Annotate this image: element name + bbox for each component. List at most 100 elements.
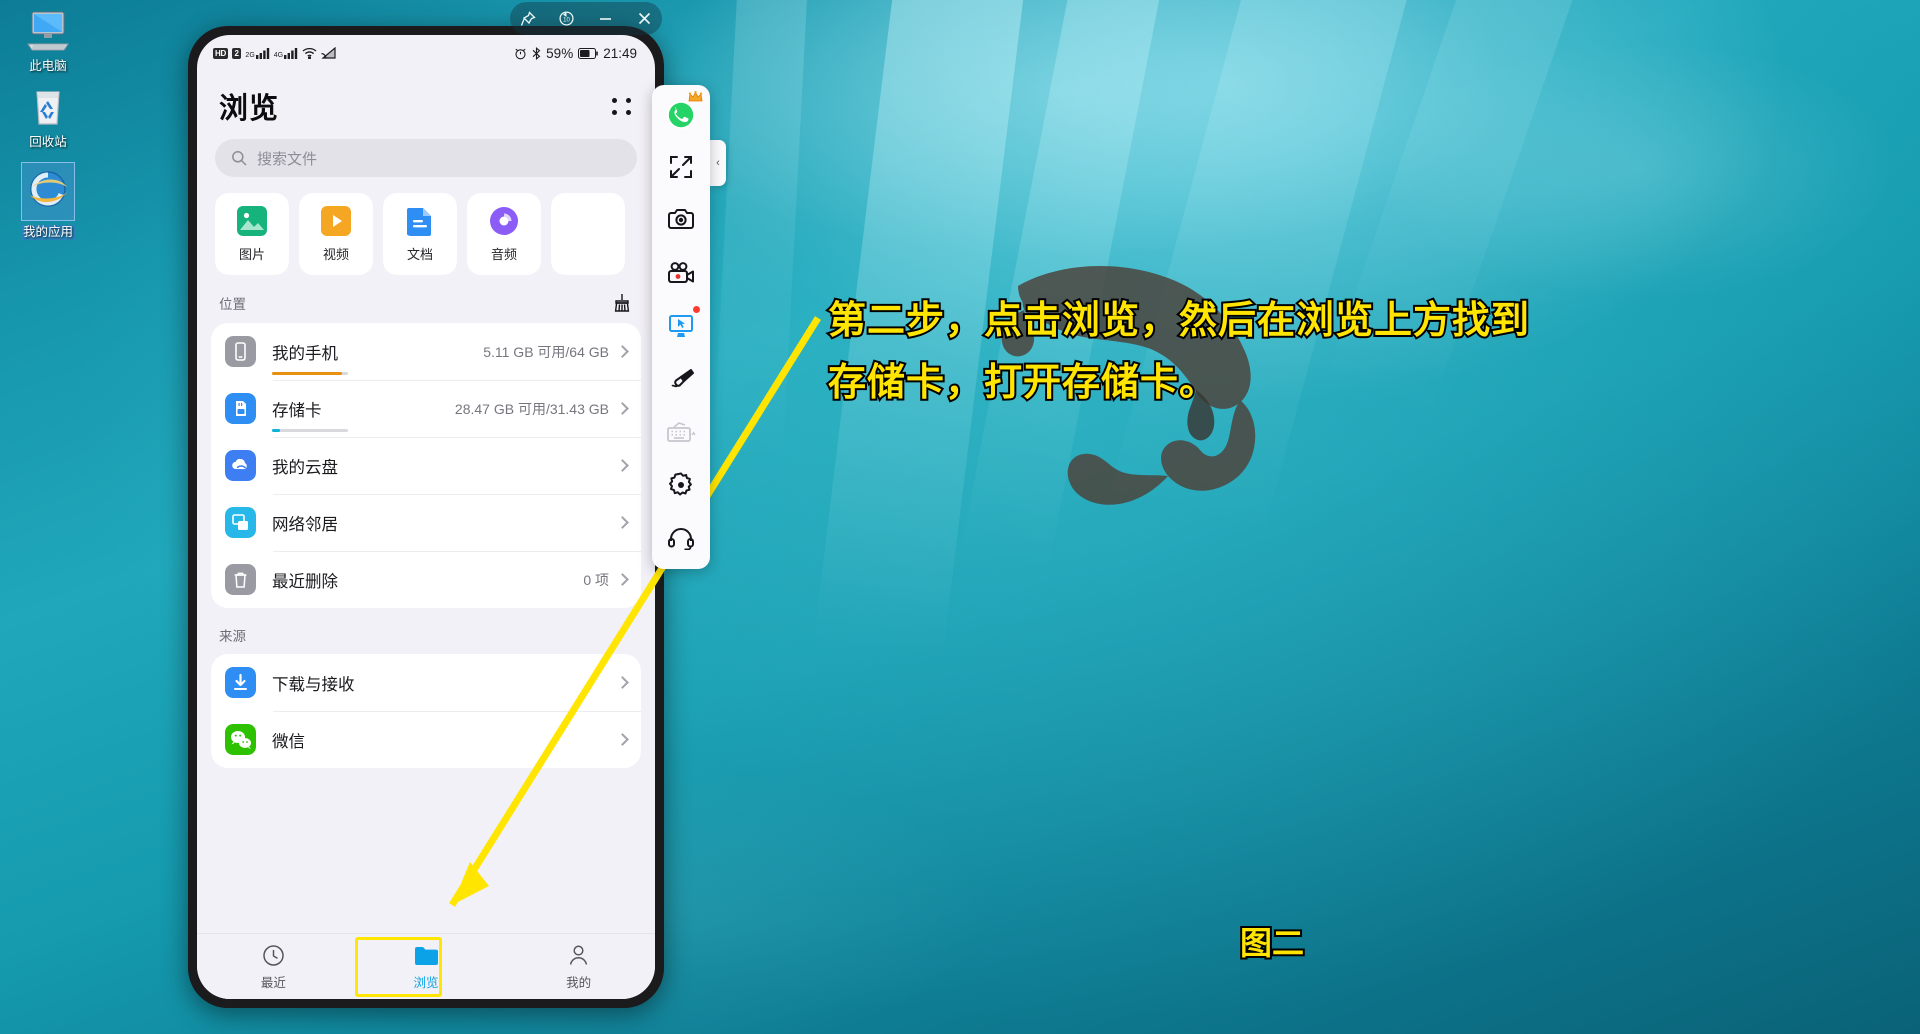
grid-menu-icon[interactable] [612, 97, 633, 115]
wechat-icon [225, 724, 256, 755]
search-input[interactable]: 搜索文件 [215, 139, 637, 177]
nav-item-profile[interactable]: 我的 [502, 934, 655, 999]
desktop-icon-recycle-bin[interactable]: 回收站 [6, 82, 90, 150]
category-label: 文档 [406, 246, 433, 262]
list-item-label: 微信 [272, 732, 305, 751]
instruction-annotation: 第二步，点击浏览，然后在浏览上方找到 存储卡，打开存储卡。 [826, 290, 1708, 414]
list-item-my-cloud[interactable]: 我的云盘 [211, 437, 641, 494]
brush-icon[interactable] [660, 358, 702, 400]
instruction-line-1: 第二步，点击浏览，然后在浏览上方找到 [826, 298, 1531, 344]
whatsapp-icon[interactable] [660, 91, 703, 135]
nav-label: 我的 [566, 975, 592, 990]
category-row: 图片 视频 文档 音频 [197, 193, 655, 275]
list-item-recently-deleted[interactable]: 最近删除 0 项 [211, 551, 641, 608]
chevron-right-icon [616, 516, 629, 529]
screen-cursor-icon[interactable] [660, 305, 702, 347]
list-item-downloads[interactable]: 下载与接收 [211, 654, 641, 711]
rotate-back-icon[interactable]: 10 [556, 8, 578, 30]
crown-badge [688, 91, 703, 102]
cast-icon [321, 47, 336, 59]
desktop-icon-my-apps[interactable]: 我的应用 [6, 162, 90, 240]
search-placeholder: 搜索文件 [257, 150, 318, 168]
desktop-icon-label: 此电脑 [29, 59, 67, 73]
phone-mirror-window: 10 HD 2 2G 4G 59% 21:49 浏览 搜索文件 图片 视频 文档… [188, 0, 664, 1024]
storage-bar [272, 371, 348, 375]
screenshot-camera-icon[interactable] [660, 199, 702, 241]
chevron-right-icon [616, 459, 629, 472]
category-documents[interactable]: 文档 [383, 193, 457, 275]
list-item-my-phone[interactable]: 我的手机 5.11 GB 可用/64 GB [211, 323, 641, 380]
nav-label: 浏览 [413, 975, 439, 990]
chevron-right-icon [616, 345, 629, 358]
category-label: 音频 [490, 246, 517, 262]
toolbar-collapse-handle[interactable]: ‹ [710, 140, 726, 186]
desktop-icon-label: 我的应用 [20, 225, 75, 240]
page-title: 浏览 [219, 93, 280, 125]
sdcard-icon [225, 393, 256, 424]
headset-icon[interactable] [660, 517, 702, 559]
wifi-icon [302, 47, 317, 59]
nav-item-recent[interactable]: 最近 [197, 934, 350, 999]
pin-icon[interactable] [517, 8, 539, 30]
list-item-value: 5.11 GB 可用/64 GB [483, 343, 609, 360]
recycle-bin-icon [6, 82, 90, 130]
battery-percent: 59% [546, 45, 574, 61]
search-icon [232, 151, 247, 166]
signal-2g-icon: 2G [245, 47, 269, 59]
category-images[interactable]: 图片 [215, 193, 289, 275]
alarm-icon [515, 48, 526, 59]
list-item-label: 下载与接收 [272, 675, 355, 694]
category-audio[interactable]: 音频 [467, 193, 541, 275]
minimize-icon[interactable] [595, 8, 617, 30]
figure-label: 图二 [1238, 923, 1306, 963]
fullscreen-icon[interactable] [660, 146, 702, 188]
hd-icon: HD [213, 47, 228, 59]
storage-bar [272, 428, 348, 432]
desktop-icon-this-pc[interactable]: 此电脑 [6, 6, 90, 74]
section-header-locations: 位置 [197, 275, 655, 323]
status-time: 21:49 [603, 45, 637, 61]
document-icon [407, 207, 431, 236]
list-item-label: 最近删除 [272, 572, 338, 591]
video-icon [321, 205, 351, 236]
trash-icon [225, 564, 256, 595]
source-list: 下载与接收 微信 [211, 654, 641, 768]
chevron-right-icon [616, 402, 629, 415]
keyboard-icon[interactable] [660, 411, 702, 453]
list-item-label: 我的云盘 [272, 458, 338, 477]
diver-silhouette [1001, 266, 1256, 505]
list-item-sd-card[interactable]: 存储卡 28.47 GB 可用/31.43 GB [211, 380, 641, 437]
nav-item-browse[interactable]: 浏览 [350, 934, 503, 999]
nav-label: 最近 [260, 975, 286, 990]
network-icon [225, 507, 256, 538]
desktop-icon-label: 回收站 [29, 135, 67, 149]
red-dot-badge [693, 306, 700, 313]
list-item-network-neighborhood[interactable]: 网络邻居 [211, 494, 641, 551]
gear-icon[interactable] [660, 464, 702, 506]
section-header-sources: 来源 [197, 608, 655, 654]
download-icon [225, 667, 256, 698]
list-item-wechat[interactable]: 微信 [211, 711, 641, 768]
chevron-right-icon [616, 573, 629, 586]
phone-screen: HD 2 2G 4G 59% 21:49 浏览 搜索文件 图片 视频 文档 音频… [197, 35, 655, 999]
section-title: 位置 [219, 297, 246, 312]
computer-icon [6, 6, 90, 54]
category-label: 视频 [322, 246, 349, 262]
signal-4g-icon: 4G [274, 47, 298, 59]
svg-text:10: 10 [563, 18, 570, 24]
list-item-value: 28.47 GB 可用/31.43 GB [454, 400, 609, 417]
section-title: 来源 [219, 629, 246, 644]
category-videos[interactable]: 视频 [299, 193, 373, 275]
phone-frame: HD 2 2G 4G 59% 21:49 浏览 搜索文件 图片 视频 文档 音频… [188, 26, 664, 1008]
broom-icon[interactable] [611, 292, 633, 314]
record-video-icon[interactable] [660, 252, 702, 294]
list-item-value: 0 项 [583, 571, 609, 588]
close-icon[interactable] [634, 8, 656, 30]
phone-status-bar: HD 2 2G 4G 59% 21:49 [197, 35, 655, 71]
bluetooth-icon [532, 46, 541, 60]
location-list: 我的手机 5.11 GB 可用/64 GB 存储卡 28.47 GB 可用/31… [211, 323, 641, 608]
battery-icon [578, 47, 599, 59]
audio-icon [490, 206, 518, 235]
chevron-right-icon [616, 733, 629, 746]
category-more[interactable] [551, 193, 625, 275]
